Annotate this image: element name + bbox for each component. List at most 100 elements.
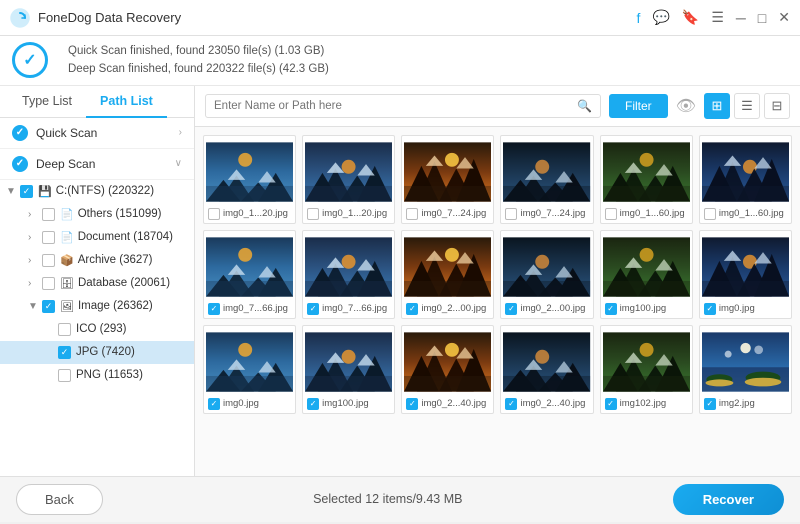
grid-item[interactable]: img100.jpg bbox=[302, 325, 395, 414]
item-checkbox[interactable] bbox=[704, 303, 716, 315]
tree-arrow-document: › bbox=[28, 232, 42, 243]
tree-label-database: Database (20061) bbox=[78, 277, 186, 289]
item-checkbox[interactable] bbox=[406, 303, 418, 315]
item-label: img0_1...60.jpg bbox=[719, 208, 787, 219]
chat-icon[interactable]: 💬 bbox=[652, 9, 669, 26]
grid-item[interactable]: img2.jpg bbox=[699, 325, 792, 414]
item-checkbox[interactable] bbox=[704, 398, 716, 410]
tree-item-cdrive[interactable]: ▼ 💾 C:(NTFS) (220322) bbox=[0, 180, 194, 203]
back-button[interactable]: Back bbox=[16, 484, 103, 515]
tree-checkbox-cdrive[interactable] bbox=[20, 185, 33, 198]
tab-path-list[interactable]: Path List bbox=[86, 86, 167, 118]
tree-checkbox-jpg[interactable] bbox=[58, 346, 71, 359]
tree-checkbox-others[interactable] bbox=[42, 208, 55, 221]
item-checkbox[interactable] bbox=[208, 208, 220, 220]
grid-item[interactable]: img0_7...24.jpg bbox=[500, 135, 593, 224]
status-bar: ✓ Quick Scan finished, found 23050 file(… bbox=[0, 36, 800, 86]
detail-view-icon[interactable]: ⊟ bbox=[764, 93, 790, 119]
tree-item-image[interactable]: ▼ 🖼 Image (26362) bbox=[0, 295, 194, 318]
grid-item-footer: img0_1...60.jpg bbox=[603, 206, 690, 221]
tree-checkbox-ico[interactable] bbox=[58, 323, 71, 336]
quick-scan-item[interactable]: Quick Scan › bbox=[0, 118, 194, 149]
item-checkbox[interactable] bbox=[208, 398, 220, 410]
close-icon[interactable]: ✕ bbox=[778, 9, 790, 26]
facebook-icon[interactable]: f bbox=[637, 10, 641, 26]
item-label: img0_2...00.jpg bbox=[520, 303, 588, 314]
item-checkbox[interactable] bbox=[307, 398, 319, 410]
filter-button[interactable]: Filter bbox=[609, 94, 668, 118]
minimize-icon[interactable]: ─ bbox=[736, 10, 746, 26]
item-checkbox[interactable] bbox=[406, 208, 418, 220]
grid-item[interactable]: img0_7...66.jpg bbox=[203, 230, 296, 319]
grid-item[interactable]: img100.jpg bbox=[600, 230, 693, 319]
tree-checkbox-document[interactable] bbox=[42, 231, 55, 244]
item-checkbox[interactable] bbox=[505, 208, 517, 220]
grid-item-footer: img2.jpg bbox=[702, 396, 789, 411]
grid-view-icon[interactable]: ⊞ bbox=[704, 93, 730, 119]
tree-item-database[interactable]: › 🗄 Database (20061) bbox=[0, 272, 194, 295]
grid-item-footer: img0_7...24.jpg bbox=[404, 206, 491, 221]
grid-item[interactable]: img0_2...40.jpg bbox=[401, 325, 494, 414]
recover-button[interactable]: Recover bbox=[673, 484, 784, 515]
menu-icon[interactable]: ☰ bbox=[711, 9, 724, 26]
tree-checkbox-database[interactable] bbox=[42, 277, 55, 290]
tree-item-png[interactable]: PNG (11653) bbox=[0, 364, 194, 387]
bookmark-icon[interactable]: 🔖 bbox=[682, 9, 699, 26]
grid-item[interactable]: img0_2...00.jpg bbox=[500, 230, 593, 319]
tree-item-jpg[interactable]: JPG (7420) bbox=[0, 341, 194, 364]
tree-arrow-others: › bbox=[28, 209, 42, 220]
thumbnail bbox=[404, 233, 491, 301]
item-checkbox[interactable] bbox=[208, 303, 220, 315]
grid-item[interactable]: img0_7...24.jpg bbox=[401, 135, 494, 224]
tree-checkbox-image[interactable] bbox=[42, 300, 55, 313]
thumbnail bbox=[702, 233, 789, 301]
grid-item[interactable]: img0.jpg bbox=[699, 230, 792, 319]
grid-item[interactable]: img0_1...60.jpg bbox=[600, 135, 693, 224]
deep-scan-item[interactable]: Deep Scan ∨ bbox=[0, 149, 194, 180]
item-checkbox[interactable] bbox=[704, 208, 716, 220]
grid-item[interactable]: img0_1...20.jpg bbox=[203, 135, 296, 224]
maximize-icon[interactable]: □ bbox=[758, 10, 766, 26]
tree-item-ico[interactable]: ICO (293) bbox=[0, 318, 194, 341]
grid-item[interactable]: img0_1...20.jpg bbox=[302, 135, 395, 224]
item-checkbox[interactable] bbox=[605, 398, 617, 410]
grid-item[interactable]: img0_1...60.jpg bbox=[699, 135, 792, 224]
grid-item-footer: img102.jpg bbox=[603, 396, 690, 411]
archive-icon: 📦 bbox=[60, 254, 74, 267]
grid-item[interactable]: img0_7...66.jpg bbox=[302, 230, 395, 319]
tree-checkbox-archive[interactable] bbox=[42, 254, 55, 267]
list-view-icon[interactable]: ☰ bbox=[734, 93, 760, 119]
deep-scan-arrow: ∨ bbox=[175, 158, 182, 169]
grid-item[interactable]: img0_2...00.jpg bbox=[401, 230, 494, 319]
search-input[interactable] bbox=[214, 100, 577, 112]
tree-label-ico: ICO (293) bbox=[76, 323, 186, 335]
item-label: img0_7...66.jpg bbox=[223, 303, 291, 314]
item-checkbox[interactable] bbox=[605, 303, 617, 315]
eye-icon[interactable]: 👁 bbox=[676, 96, 696, 116]
item-checkbox[interactable] bbox=[307, 208, 319, 220]
main-layout: Type List Path List Quick Scan › Deep Sc… bbox=[0, 86, 800, 476]
tree-label-others: Others (151099) bbox=[78, 208, 186, 220]
bottom-bar: Back Selected 12 items/9.43 MB Recover bbox=[0, 476, 800, 522]
tree-item-archive[interactable]: › 📦 Archive (3627) bbox=[0, 249, 194, 272]
search-box[interactable]: 🔍 bbox=[205, 94, 601, 118]
item-checkbox[interactable] bbox=[307, 303, 319, 315]
item-checkbox[interactable] bbox=[406, 398, 418, 410]
item-checkbox[interactable] bbox=[605, 208, 617, 220]
tab-type-list[interactable]: Type List bbox=[8, 86, 86, 118]
thumbnail bbox=[603, 138, 690, 206]
grid-item[interactable]: img102.jpg bbox=[600, 325, 693, 414]
grid-item-footer: img0_7...66.jpg bbox=[206, 301, 293, 316]
tree-item-document[interactable]: › 📄 Document (18704) bbox=[0, 226, 194, 249]
thumbnail bbox=[702, 138, 789, 206]
grid-item[interactable]: img0.jpg bbox=[203, 325, 296, 414]
grid-item-footer: img0.jpg bbox=[702, 301, 789, 316]
grid-item[interactable]: img0_2...40.jpg bbox=[500, 325, 593, 414]
grid-item-footer: img0_2...00.jpg bbox=[503, 301, 590, 316]
tree-item-others[interactable]: › 📄 Others (151099) bbox=[0, 203, 194, 226]
item-label: img0_1...20.jpg bbox=[322, 208, 390, 219]
item-checkbox[interactable] bbox=[505, 398, 517, 410]
search-icon: 🔍 bbox=[577, 99, 592, 113]
tree-checkbox-png[interactable] bbox=[58, 369, 71, 382]
item-checkbox[interactable] bbox=[505, 303, 517, 315]
